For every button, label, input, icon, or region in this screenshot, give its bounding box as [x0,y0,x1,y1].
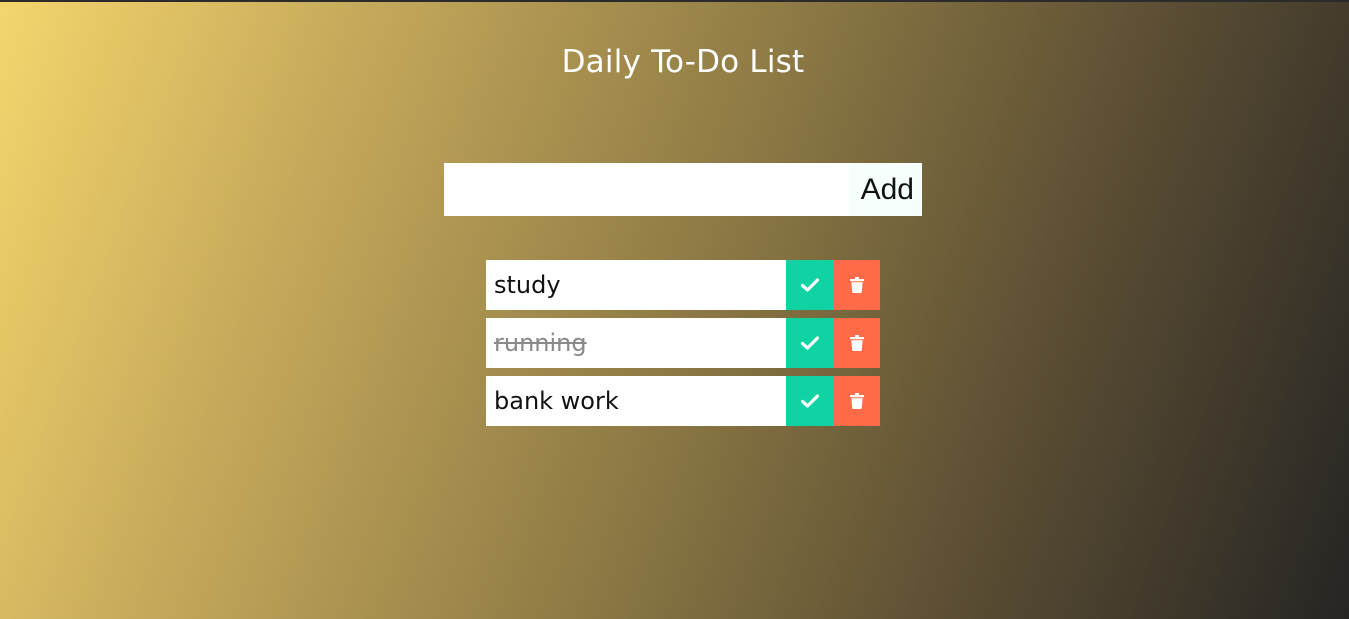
todo-text-completed: running [486,318,786,368]
todo-text: bank work [486,376,786,426]
window-top-border [0,0,1349,2]
todo-list: study running bank work [486,260,880,434]
delete-button[interactable] [834,376,880,426]
todo-item: bank work [486,376,880,426]
todo-text: study [486,260,786,310]
check-icon [801,278,819,292]
trash-icon [850,335,864,351]
todo-item: running [486,318,880,368]
trash-icon [850,393,864,409]
delete-button[interactable] [834,260,880,310]
trash-icon [850,277,864,293]
complete-button[interactable] [786,376,834,426]
page-title: Daily To-Do List [561,44,805,80]
add-todo-form: Add [444,163,922,216]
check-icon [801,394,819,408]
complete-button[interactable] [786,318,834,368]
complete-button[interactable] [786,260,834,310]
todo-input[interactable] [444,163,849,216]
check-icon [801,336,819,350]
delete-button[interactable] [834,318,880,368]
todo-item: study [486,260,880,310]
add-button[interactable]: Add [849,163,922,216]
